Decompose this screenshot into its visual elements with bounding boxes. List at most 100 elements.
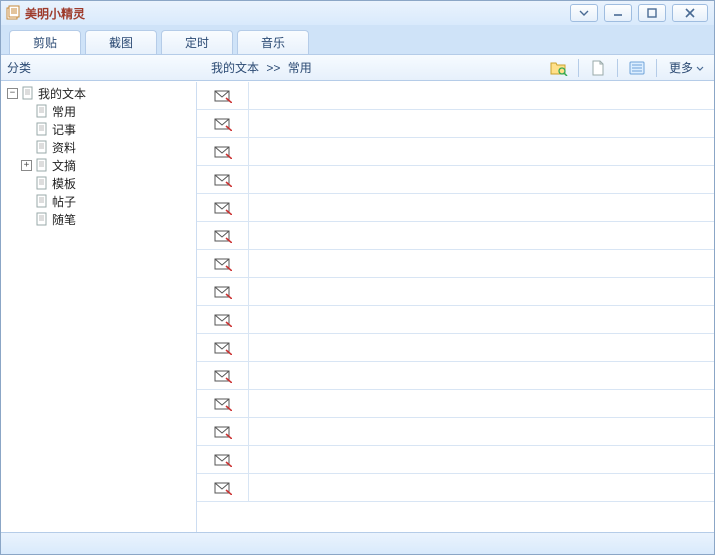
new-page-icon[interactable] xyxy=(587,58,609,78)
more-label: 更多 xyxy=(669,59,693,76)
tab-label: 定时 xyxy=(185,34,209,51)
toolbar: 分类 我的文本 >> 常用 xyxy=(1,55,714,81)
titlebar: 美明小精灵 xyxy=(1,1,714,25)
tree-item-label: 资料 xyxy=(52,139,76,156)
row-content xyxy=(249,194,714,221)
row-mail-icon xyxy=(197,82,249,109)
close-button[interactable] xyxy=(672,4,708,22)
collapse-icon[interactable]: − xyxy=(7,88,18,99)
tab-3[interactable]: 音乐 xyxy=(237,30,309,54)
tree-item[interactable]: 模板 xyxy=(19,174,196,192)
search-folder-icon[interactable] xyxy=(548,58,570,78)
tree-item[interactable]: 帖子 xyxy=(19,192,196,210)
tab-1[interactable]: 截图 xyxy=(85,30,157,54)
tree-item-label: 随笔 xyxy=(52,211,76,228)
tab-label: 截图 xyxy=(109,34,133,51)
breadcrumb-leaf: 常用 xyxy=(288,61,312,75)
minimize-button[interactable] xyxy=(604,4,632,22)
row-content xyxy=(249,390,714,417)
body: − 我的文本 常用记事资料 + 文摘模板帖子随笔 xyxy=(1,81,714,532)
app-icon xyxy=(5,5,21,21)
document-icon xyxy=(35,140,49,154)
window-title: 美明小精灵 xyxy=(25,5,85,22)
more-button[interactable]: 更多 xyxy=(665,59,708,76)
sidebar: − 我的文本 常用记事资料 + 文摘模板帖子随笔 xyxy=(1,82,197,532)
list-row[interactable] xyxy=(197,222,714,250)
tree-item[interactable]: 随笔 xyxy=(19,210,196,228)
row-mail-icon xyxy=(197,194,249,221)
list-pane xyxy=(197,82,714,532)
row-mail-icon xyxy=(197,278,249,305)
dropdown-button[interactable] xyxy=(570,4,598,22)
row-content xyxy=(249,474,714,501)
list-row[interactable] xyxy=(197,446,714,474)
document-icon xyxy=(35,122,49,136)
tree-root[interactable]: − 我的文本 xyxy=(5,84,196,102)
row-content xyxy=(249,418,714,445)
row-mail-icon xyxy=(197,334,249,361)
expander-placeholder xyxy=(21,214,32,225)
row-content xyxy=(249,306,714,333)
document-icon xyxy=(35,212,49,226)
row-mail-icon xyxy=(197,362,249,389)
tab-2[interactable]: 定时 xyxy=(161,30,233,54)
tree-item-label: 常用 xyxy=(52,103,76,120)
list-row[interactable] xyxy=(197,278,714,306)
tree-item-label: 帖子 xyxy=(52,193,76,210)
row-mail-icon xyxy=(197,138,249,165)
list-row[interactable] xyxy=(197,82,714,110)
row-content xyxy=(249,362,714,389)
row-content xyxy=(249,334,714,361)
category-label: 分类 xyxy=(7,59,31,76)
tree-item[interactable]: 资料 xyxy=(19,138,196,156)
breadcrumb[interactable]: 我的文本 >> 常用 xyxy=(211,59,312,76)
tree-item-label: 记事 xyxy=(52,121,76,138)
row-content xyxy=(249,82,714,109)
expander-placeholder xyxy=(21,142,32,153)
document-icon xyxy=(35,104,49,118)
list-row[interactable] xyxy=(197,110,714,138)
list-row[interactable] xyxy=(197,362,714,390)
row-content xyxy=(249,446,714,473)
document-icon xyxy=(35,176,49,190)
tree-item[interactable]: + 文摘 xyxy=(19,156,196,174)
toolbar-separator xyxy=(656,59,657,77)
expander-placeholder xyxy=(21,106,32,117)
list-view-icon[interactable] xyxy=(626,58,648,78)
row-mail-icon xyxy=(197,418,249,445)
row-mail-icon xyxy=(197,474,249,501)
list-row[interactable] xyxy=(197,390,714,418)
row-mail-icon xyxy=(197,250,249,277)
statusbar xyxy=(1,532,714,554)
list-row[interactable] xyxy=(197,194,714,222)
expand-icon[interactable]: + xyxy=(21,160,32,171)
tree-item-label: 文摘 xyxy=(52,157,76,174)
toolbar-separator xyxy=(578,59,579,77)
row-content xyxy=(249,278,714,305)
window-controls xyxy=(570,4,708,22)
list-row[interactable] xyxy=(197,474,714,502)
list-row[interactable] xyxy=(197,334,714,362)
toolbar-separator xyxy=(617,59,618,77)
list-row[interactable] xyxy=(197,250,714,278)
list-row[interactable] xyxy=(197,166,714,194)
list-row[interactable] xyxy=(197,138,714,166)
maximize-button[interactable] xyxy=(638,4,666,22)
row-content xyxy=(249,250,714,277)
tab-0[interactable]: 剪贴 xyxy=(9,30,81,54)
list-row[interactable] xyxy=(197,306,714,334)
tab-label: 音乐 xyxy=(261,34,285,51)
expander-placeholder xyxy=(21,124,32,135)
tree-item-label: 模板 xyxy=(52,175,76,192)
breadcrumb-sep: >> xyxy=(266,61,280,75)
row-content xyxy=(249,110,714,137)
tabstrip: 剪贴 截图 定时 音乐 xyxy=(1,25,714,55)
breadcrumb-root: 我的文本 xyxy=(211,61,259,75)
tab-label: 剪贴 xyxy=(33,34,57,51)
list-row[interactable] xyxy=(197,418,714,446)
expander-placeholder xyxy=(21,178,32,189)
tree-item[interactable]: 常用 xyxy=(19,102,196,120)
row-mail-icon xyxy=(197,110,249,137)
tree: − 我的文本 常用记事资料 + 文摘模板帖子随笔 xyxy=(1,84,196,228)
tree-item[interactable]: 记事 xyxy=(19,120,196,138)
